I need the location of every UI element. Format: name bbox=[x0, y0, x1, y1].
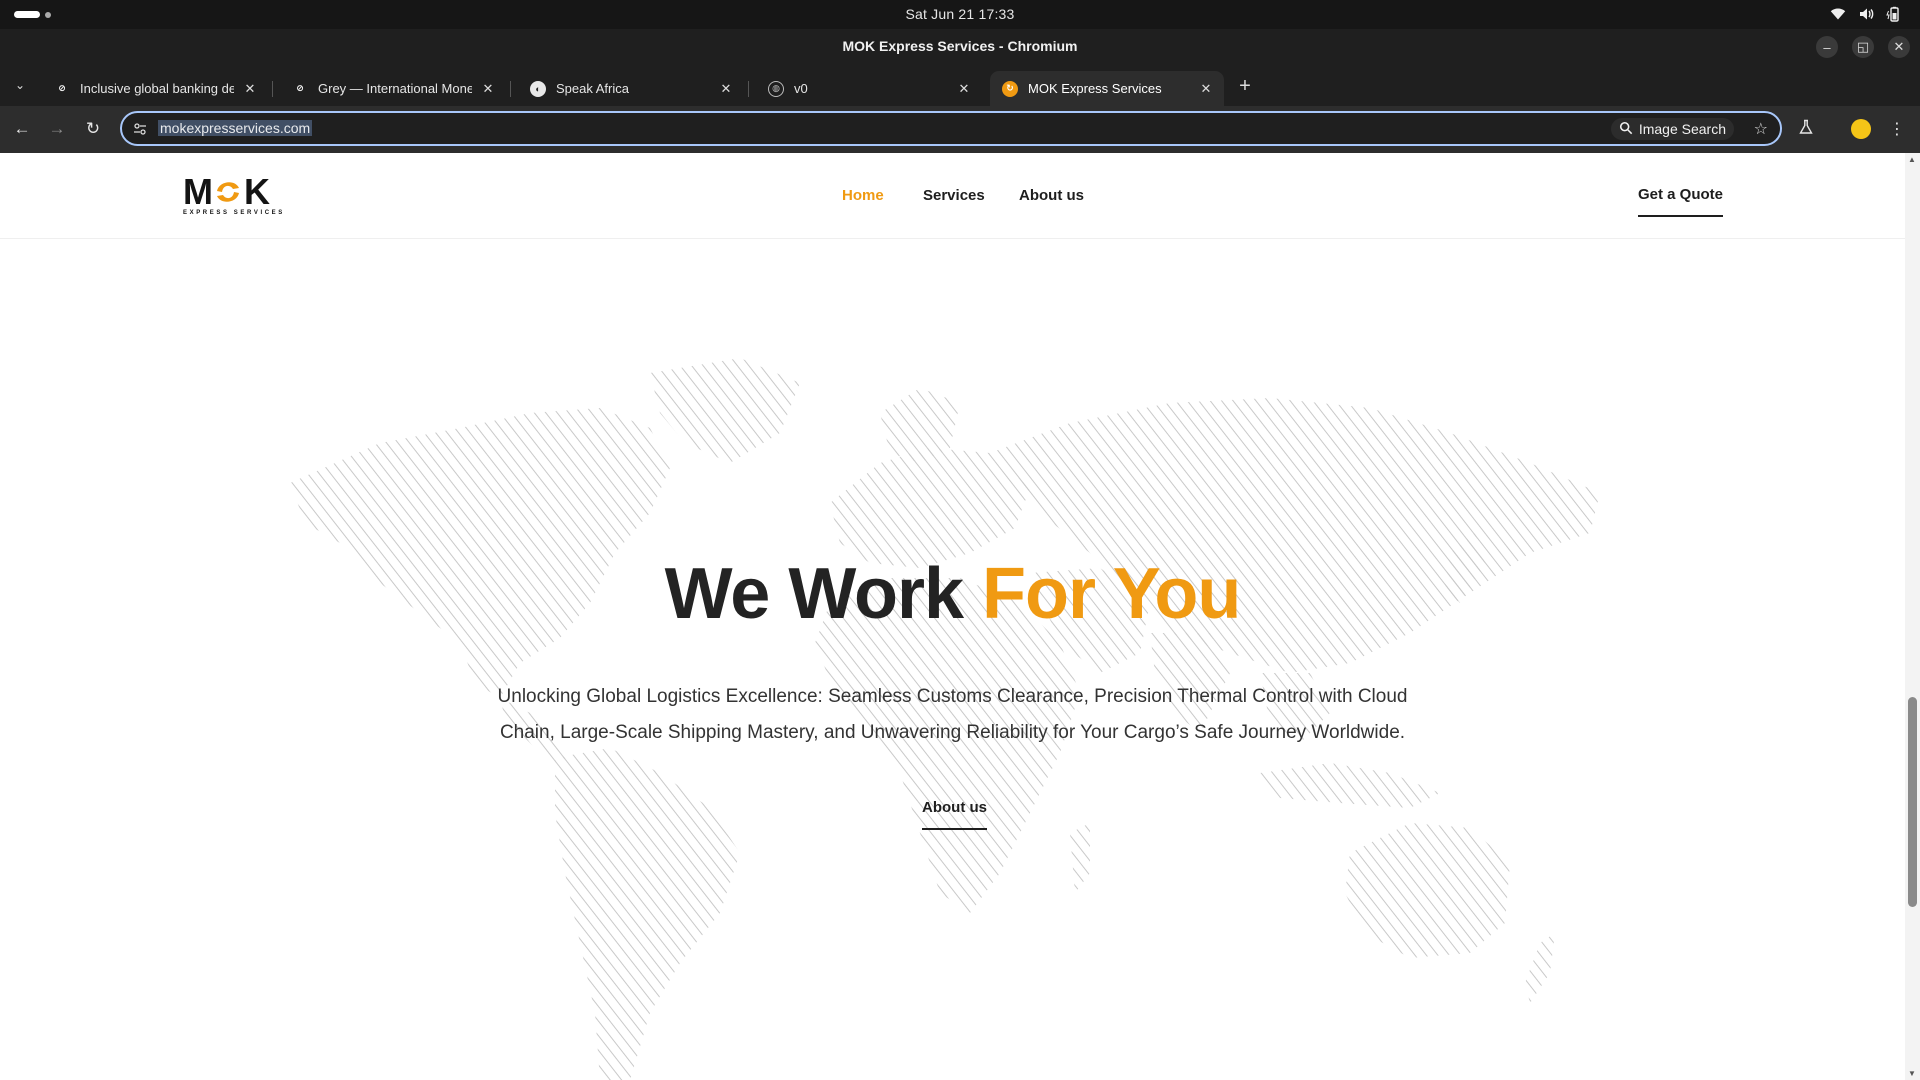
minimize-button[interactable]: – bbox=[1816, 36, 1838, 58]
scrollbar-thumb[interactable] bbox=[1908, 697, 1917, 907]
flask-icon bbox=[1798, 119, 1814, 140]
arrow-left-icon: ← bbox=[13, 119, 31, 138]
wifi-icon bbox=[1830, 6, 1846, 22]
scroll-up-arrow-icon[interactable]: ▲ bbox=[1908, 155, 1916, 164]
browser-title-bar: MOK Express Services - Chromium – ◱ ✕ bbox=[0, 29, 1920, 65]
reload-icon: ↻ bbox=[85, 119, 101, 138]
url-text[interactable]: mokexpresservices.com bbox=[158, 120, 313, 136]
logo-swirl-icon bbox=[217, 182, 239, 202]
new-tab-button[interactable]: + bbox=[1233, 74, 1257, 98]
tab-strip: ⌄ ⊘ Inclusive global banking desi ✕ ⊘ Gr… bbox=[0, 65, 1920, 106]
nav-services[interactable]: Services bbox=[923, 187, 985, 204]
reload-button[interactable]: ↻ bbox=[82, 118, 104, 140]
browser-menu-button[interactable]: ⋮ bbox=[1886, 118, 1908, 140]
maximize-button[interactable]: ◱ bbox=[1852, 36, 1874, 58]
grey-favicon-icon: ⊘ bbox=[296, 83, 304, 93]
tab-divider bbox=[510, 81, 511, 97]
hero-title-accent: For You bbox=[982, 554, 1241, 634]
tab-label: Grey — International Money bbox=[318, 81, 472, 96]
site-info-icon[interactable] bbox=[132, 121, 148, 137]
grey-favicon-icon: ⊘ bbox=[58, 83, 66, 93]
tab-close-icon[interactable]: ✕ bbox=[240, 79, 260, 99]
os-top-bar: Sat Jun 21 17:33 bbox=[0, 0, 1920, 29]
bookmark-star-icon[interactable]: ☆ bbox=[1754, 119, 1768, 139]
mok-logo[interactable]: M K EXPRESS SERVICES bbox=[183, 171, 285, 217]
system-tray[interactable] bbox=[1830, 6, 1902, 22]
get-a-quote-button[interactable]: Get a Quote bbox=[1638, 186, 1724, 217]
chevron-down-icon: ⌄ bbox=[14, 78, 26, 92]
page-viewport: M K EXPRESS SERVICES Home Services About… bbox=[0, 153, 1905, 1080]
tab-label: Inclusive global banking desi bbox=[80, 81, 234, 96]
tab-inclusive-banking[interactable]: ⊘ Inclusive global banking desi ✕ bbox=[42, 71, 268, 106]
tab-search-button[interactable]: ⌄ bbox=[10, 75, 30, 95]
battery-icon bbox=[1886, 6, 1902, 22]
maximize-icon: ◱ bbox=[1856, 39, 1870, 54]
profile-button[interactable] bbox=[1850, 118, 1872, 140]
globe-favicon-icon: ◍ bbox=[768, 80, 784, 97]
tab-close-icon[interactable]: ✕ bbox=[1196, 79, 1216, 99]
close-icon: ✕ bbox=[1893, 39, 1905, 54]
plus-icon: + bbox=[1239, 74, 1251, 97]
tab-grey-international[interactable]: ⊘ Grey — International Money ✕ bbox=[280, 71, 506, 106]
hero-description: Unlocking Global Logistics Excellence: S… bbox=[497, 686, 1408, 743]
tab-v0[interactable]: ◍ v0 ✕ bbox=[756, 71, 982, 106]
arrow-right-icon: → bbox=[48, 119, 66, 138]
browser-toolbar: ← → ↻ mokexpresservices.com Image Search… bbox=[0, 106, 1920, 153]
window-title: MOK Express Services - Chromium bbox=[842, 38, 1078, 54]
logo-tagline: EXPRESS SERVICES bbox=[183, 210, 285, 216]
scroll-down-arrow-icon[interactable]: ▼ bbox=[1908, 1069, 1916, 1078]
back-button[interactable]: ← bbox=[11, 118, 33, 140]
about-us-button[interactable]: About us bbox=[922, 799, 987, 830]
forward-button[interactable]: → bbox=[46, 118, 68, 140]
os-clock[interactable]: Sat Jun 21 17:33 bbox=[0, 6, 1920, 22]
hero-title: We Work For You bbox=[0, 553, 1905, 635]
mok-favicon-icon: ↻ bbox=[1002, 80, 1018, 97]
tab-close-icon[interactable]: ✕ bbox=[954, 79, 974, 99]
kebab-menu-icon: ⋮ bbox=[1889, 121, 1905, 138]
tab-label: Speak Africa bbox=[556, 81, 629, 96]
volume-icon bbox=[1858, 6, 1874, 22]
tab-divider bbox=[272, 81, 273, 97]
globe-favicon-icon: ◐ bbox=[530, 80, 546, 97]
search-icon bbox=[1619, 121, 1633, 138]
nav-about-us[interactable]: About us bbox=[1019, 187, 1084, 204]
nav-home[interactable]: Home bbox=[842, 187, 884, 204]
tab-speak-africa[interactable]: ◐ Speak Africa ✕ bbox=[518, 71, 744, 106]
labs-button[interactable] bbox=[1795, 118, 1817, 140]
tab-close-icon[interactable]: ✕ bbox=[716, 79, 736, 99]
tab-label: MOK Express Services bbox=[1028, 81, 1162, 96]
address-bar[interactable]: mokexpresservices.com Image Search ☆ bbox=[120, 111, 1782, 146]
tab-mok-express[interactable]: ↻ MOK Express Services ✕ bbox=[990, 71, 1224, 106]
minimize-icon: – bbox=[1823, 39, 1831, 55]
hero-title-main: We Work bbox=[664, 554, 983, 634]
tab-close-icon[interactable]: ✕ bbox=[478, 79, 498, 99]
tab-label: v0 bbox=[794, 81, 808, 96]
image-search-button[interactable]: Image Search bbox=[1610, 118, 1734, 140]
logo-wordmark: M K bbox=[183, 171, 270, 212]
tab-divider bbox=[748, 81, 749, 97]
site-header: M K EXPRESS SERVICES Home Services About… bbox=[0, 153, 1905, 239]
close-button[interactable]: ✕ bbox=[1888, 36, 1910, 58]
image-search-label: Image Search bbox=[1638, 121, 1726, 137]
page-scrollbar[interactable]: ▲ ▼ bbox=[1905, 153, 1920, 1080]
avatar bbox=[1851, 119, 1871, 139]
